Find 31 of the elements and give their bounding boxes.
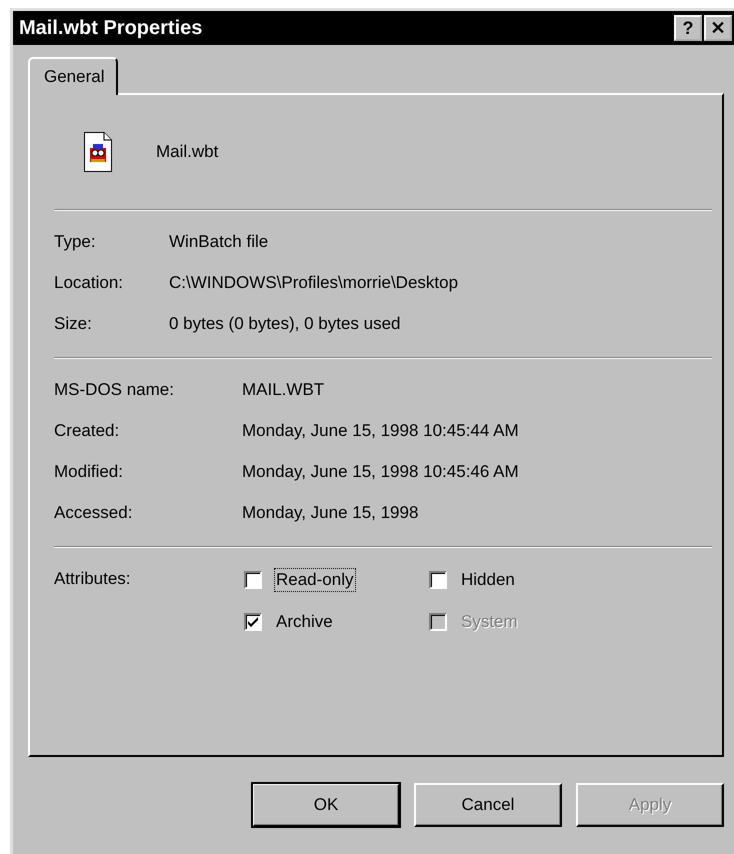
field-value: Monday, June 15, 1998 10:45:46 AM xyxy=(242,461,520,483)
field-label: Location: xyxy=(54,272,124,294)
field-label: Attributes: xyxy=(54,568,132,590)
checkbox-label: Archive xyxy=(275,611,334,633)
tab[interactable]: General xyxy=(28,57,118,95)
checkbox-label: System xyxy=(460,611,519,633)
document-icon xyxy=(84,132,112,172)
checkbox[interactable] xyxy=(244,571,262,589)
window-title: Mail.wbt Properties xyxy=(19,16,202,40)
field-label: Modified: xyxy=(54,461,124,483)
checkbox-label: Hidden xyxy=(460,569,516,591)
check-icon xyxy=(247,616,259,628)
file-name: Mail.wbt xyxy=(156,142,218,162)
help-button[interactable]: ? xyxy=(674,15,702,41)
close-button[interactable]: ✕ xyxy=(704,15,732,41)
field-value: WinBatch file xyxy=(169,231,270,253)
dialog-button[interactable]: Cancel xyxy=(414,783,562,827)
dialog-button[interactable]: OK xyxy=(252,783,400,827)
field-value: Monday, June 15, 1998 xyxy=(242,502,420,524)
checkbox-label: Read-only xyxy=(274,568,356,592)
field-value: 0 bytes (0 bytes), 0 bytes used xyxy=(169,313,402,335)
field-label: Type: xyxy=(54,231,97,253)
checkbox[interactable] xyxy=(429,571,447,589)
field-label: Accessed: xyxy=(54,502,134,524)
field-label: MS-DOS name: xyxy=(54,379,175,401)
field-value: Monday, June 15, 1998 10:45:44 AM xyxy=(242,420,520,442)
checkbox[interactable] xyxy=(244,613,262,631)
field-label: Created: xyxy=(54,420,120,442)
field-value: MAIL.WBT xyxy=(242,379,326,401)
field-value: C:\WINDOWS\Profiles\morrie\Desktop xyxy=(169,272,460,294)
field-label: Size: xyxy=(54,313,93,335)
